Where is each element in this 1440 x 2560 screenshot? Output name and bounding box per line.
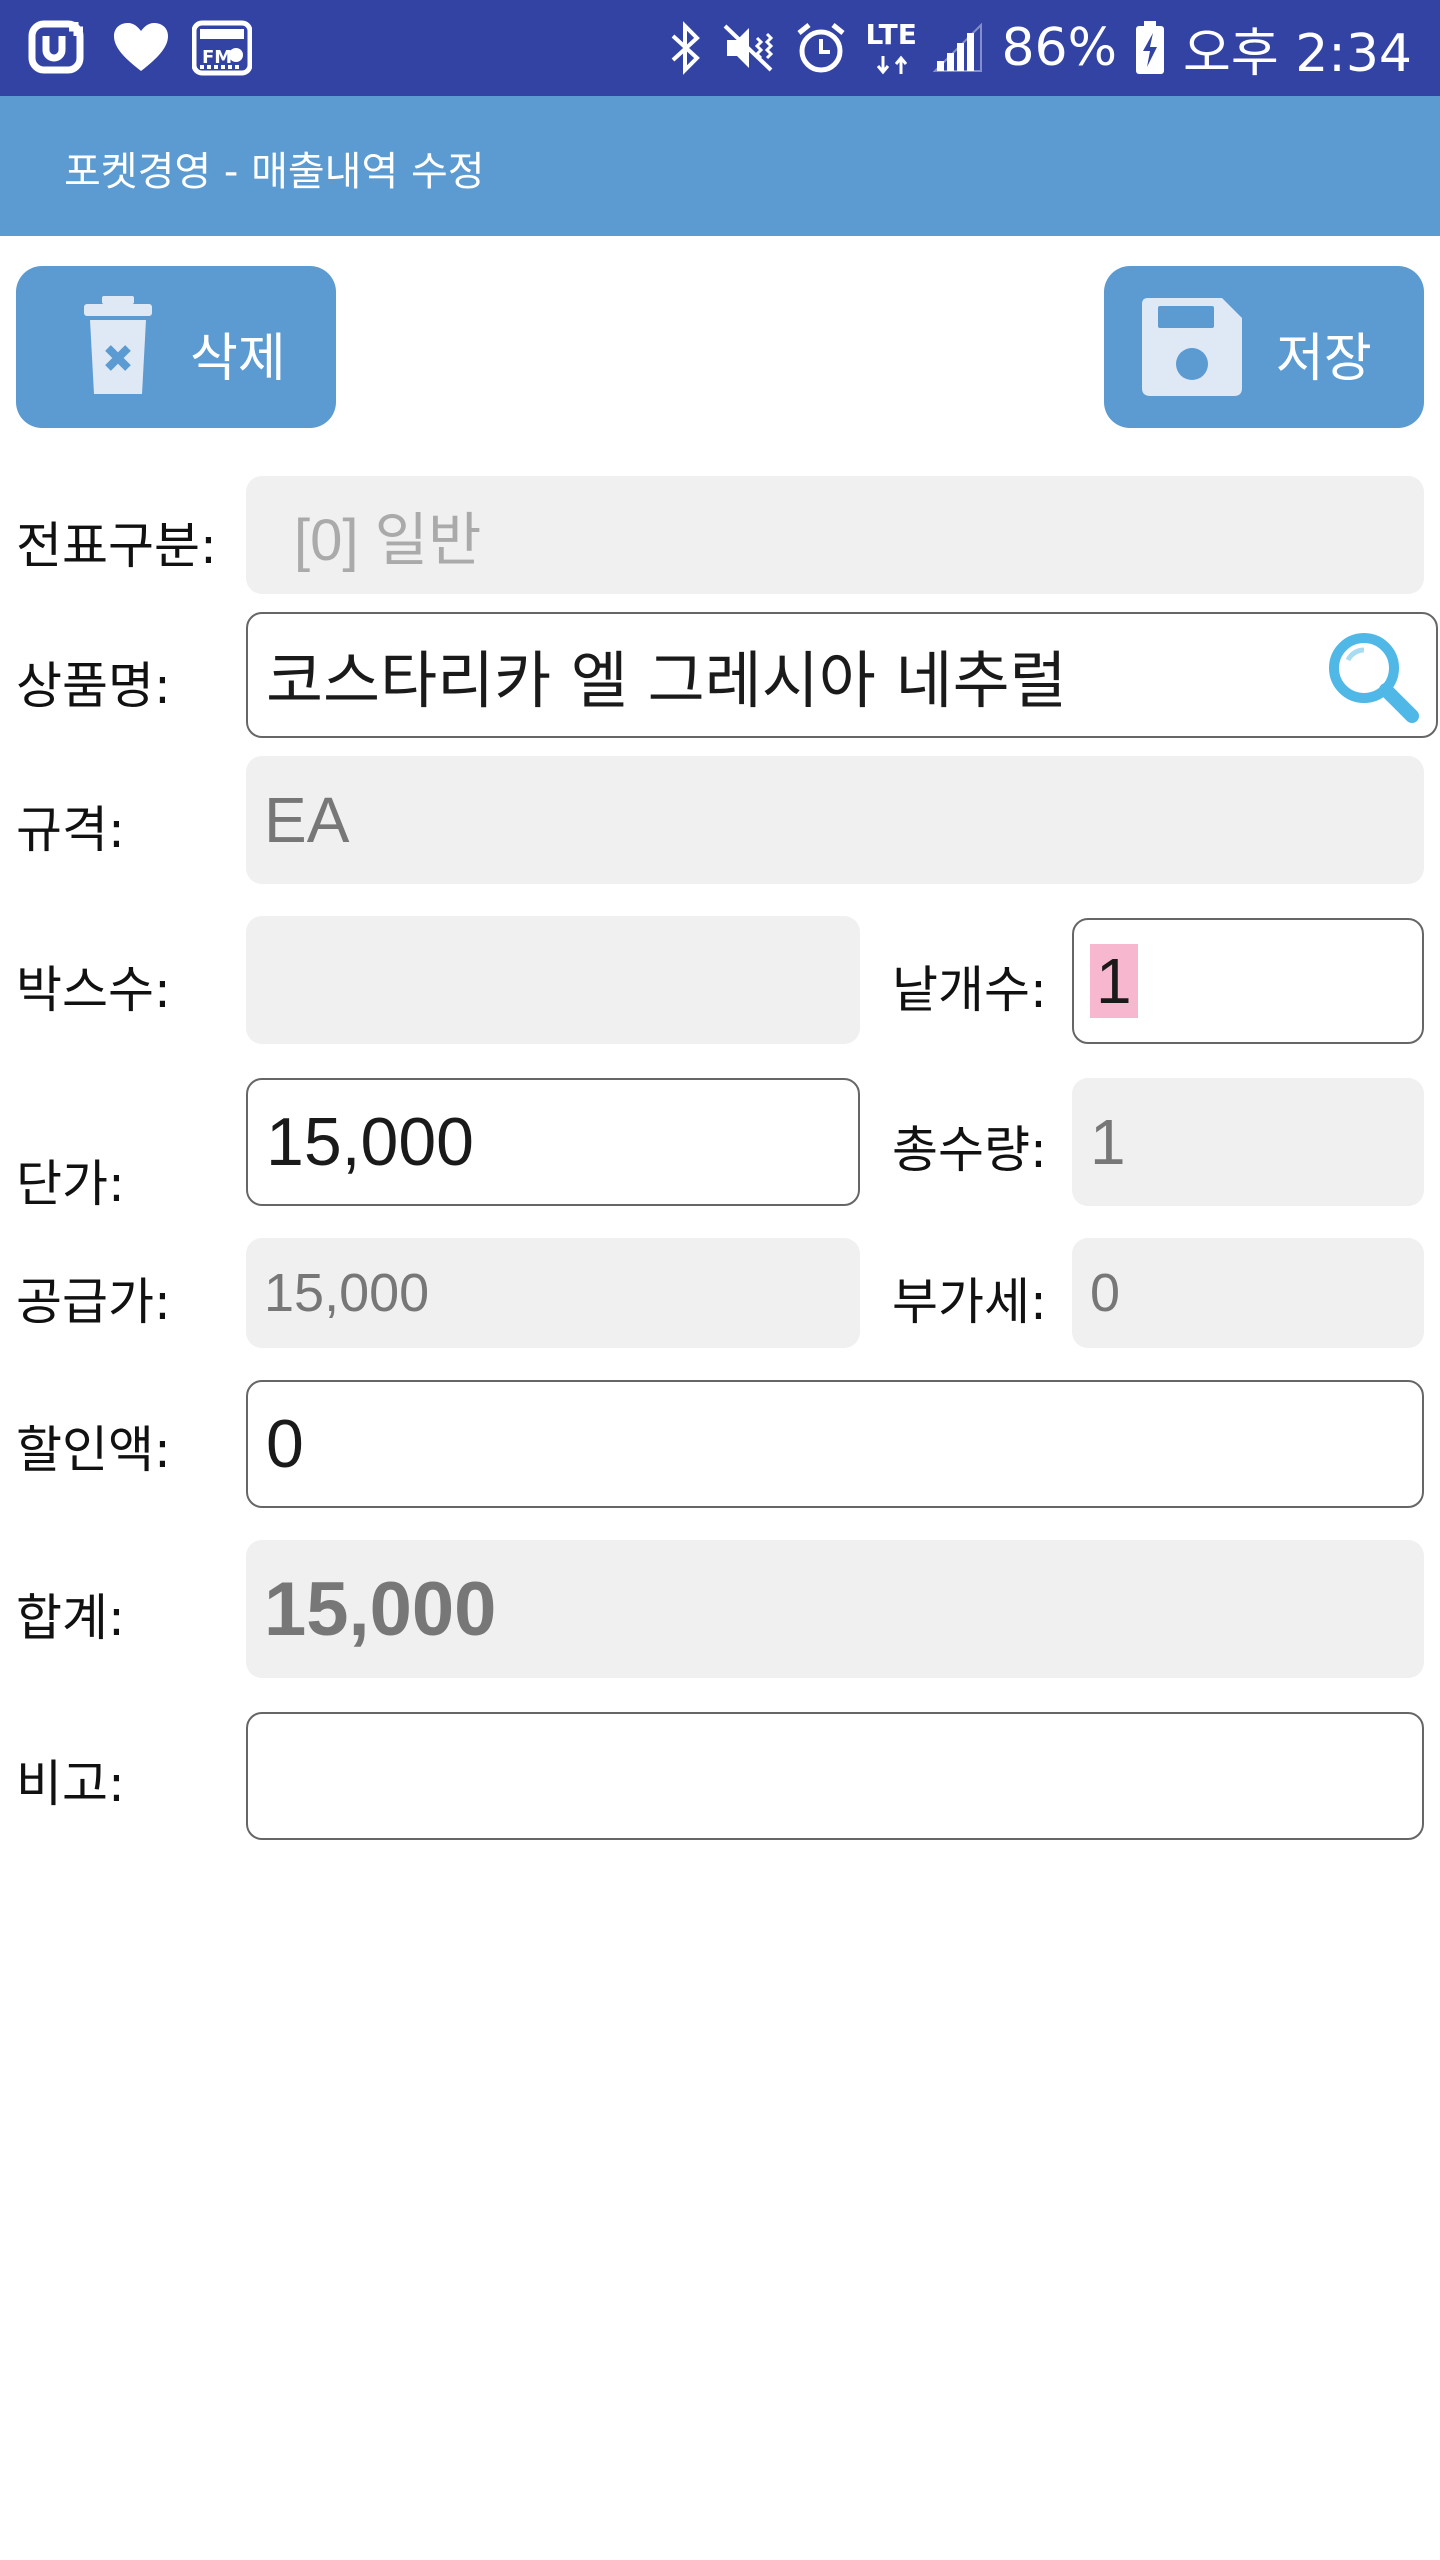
supply-price-field[interactable]: 15,000: [246, 1238, 860, 1348]
bluetooth-icon: [669, 20, 703, 76]
product-label: 상품명:: [16, 657, 171, 715]
heart-icon: [112, 21, 170, 75]
total-qty-value: 1: [1090, 1106, 1126, 1178]
save-button[interactable]: 저장: [1104, 266, 1424, 428]
fm-radio-icon: FM: [192, 19, 252, 77]
box-count-field[interactable]: [246, 916, 860, 1044]
memo-field[interactable]: [246, 1712, 1424, 1840]
unit-count-label: 낱개수:: [892, 961, 1047, 1019]
memo-label: 비고:: [16, 1755, 125, 1813]
signal-icon: [933, 23, 983, 73]
delete-label: 삭제: [190, 329, 286, 389]
discount-label: 할인액:: [16, 1421, 171, 1479]
vibrate-mute-icon: [721, 20, 777, 76]
search-icon[interactable]: [1322, 628, 1422, 743]
battery-charging-icon: [1135, 21, 1165, 75]
discount-field[interactable]: 0: [246, 1380, 1424, 1508]
supply-price-value: 15,000: [264, 1263, 430, 1323]
save-label: 저장: [1276, 329, 1372, 389]
total-qty-field[interactable]: 1: [1072, 1078, 1424, 1206]
network-type: LTE: [865, 18, 917, 51]
unit-price-label: 단가:: [16, 1155, 125, 1213]
box-count-label: 박스수:: [16, 961, 171, 1019]
vat-label: 부가세:: [892, 1273, 1047, 1331]
trash-icon: [62, 296, 182, 398]
total-qty-label: 총수량:: [892, 1121, 1047, 1179]
delete-button[interactable]: 삭제: [16, 266, 336, 428]
slip-type-label: 전표구분:: [16, 517, 217, 575]
vat-value: 0: [1090, 1263, 1121, 1323]
discount-value: 0: [266, 1406, 304, 1482]
supply-price-label: 공급가:: [16, 1273, 171, 1331]
product-field[interactable]: 코스타리카 엘 그레시아 네추럴: [246, 612, 1438, 738]
product-value: 코스타리카 엘 그레시아 네추럴: [266, 644, 1067, 717]
total-value: 15,000: [264, 1566, 497, 1652]
unit-count-value: 1: [1090, 944, 1138, 1018]
vat-field[interactable]: 0: [1072, 1238, 1424, 1348]
floppy-disk-icon: [1142, 298, 1242, 396]
alarm-icon: [795, 21, 847, 75]
unit-count-field[interactable]: 1: [1072, 918, 1424, 1044]
page-title: 포켓경영 - 매출내역 수정: [64, 149, 485, 195]
app-bar: 포켓경영 - 매출내역 수정: [0, 96, 1440, 236]
fm-label: FM: [202, 47, 233, 68]
unit-price-field[interactable]: 15,000: [246, 1078, 860, 1206]
unit-price-value: 15,000: [266, 1104, 474, 1180]
clock: 오후 2:34: [1183, 23, 1412, 84]
spec-label: 규격:: [16, 801, 125, 859]
slip-type-field[interactable]: [0] 일반: [246, 476, 1424, 594]
total-field: 15,000: [246, 1540, 1424, 1678]
total-label: 합계:: [16, 1589, 125, 1647]
u-plus-icon: [28, 18, 90, 78]
slip-type-value: [0] 일반: [294, 508, 482, 573]
spec-field[interactable]: EA: [246, 756, 1424, 884]
spec-value: EA: [264, 784, 350, 856]
status-bar: FM LTE 86% 오후 2:34: [0, 0, 1440, 96]
battery-percent: 86%: [1001, 18, 1118, 78]
lte-indicator: LTE: [865, 18, 917, 78]
